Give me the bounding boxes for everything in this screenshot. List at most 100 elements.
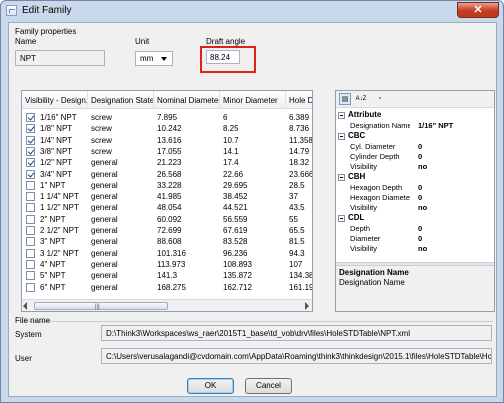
alphabetical-sort-icon[interactable]: A↓Z [353,93,369,105]
property-value[interactable]: no [418,162,427,172]
property-value[interactable]: no [418,244,427,254]
column-header-designation-state[interactable]: Designation State [88,91,154,109]
cell-minor-diameter[interactable]: 8.25 [223,123,283,134]
visibility-checkbox[interactable] [26,282,35,292]
table-row[interactable]: 1/16" NPT screw 7.895 6 6.389 [22,112,312,123]
property-row[interactable]: Cyl. Diameter 0 [336,142,494,152]
cell-minor-diameter[interactable]: 6 [223,112,283,123]
cell-nominal-diameter[interactable]: 48.054 [157,202,217,213]
horizontal-scrollbar[interactable]: ||| [22,299,312,311]
table-row[interactable]: 3/8" NPT screw 17.055 14.1 14.79 [22,146,312,157]
cell-designation[interactable]: 1/2" NPT [40,157,90,168]
cell-nominal-diameter[interactable]: 33.228 [157,180,217,191]
collapse-icon[interactable] [338,215,345,222]
cell-hole-diameter[interactable]: 81.5 [289,236,312,247]
property-category[interactable]: CBC [336,131,494,141]
property-category[interactable]: CDL [336,213,494,223]
name-field[interactable]: NPT [15,50,105,66]
cell-minor-diameter[interactable]: 22.66 [223,169,283,180]
cell-hole-diameter[interactable]: 161.19 [289,282,312,293]
property-row[interactable]: Hexagon Depth 0 [336,183,494,193]
system-path-field[interactable]: D:\Think3\Workspaces\ws_raer\2015T1_base… [101,325,492,341]
cell-designation[interactable]: 3" NPT [40,236,90,247]
family-table-grid[interactable]: Visibility - Design... Designation State… [21,90,313,312]
property-row[interactable]: Hexagon Diameter 0 [336,193,494,203]
cell-hole-diameter[interactable]: 37 [289,191,312,202]
cancel-button[interactable]: Cancel [245,378,292,394]
cell-designation[interactable]: 1 1/4" NPT [40,191,90,202]
property-value[interactable]: 0 [418,224,422,234]
collapse-icon[interactable] [338,112,345,119]
property-category[interactable]: CBH [336,172,494,182]
cell-hole-diameter[interactable]: 94.3 [289,248,312,259]
cell-minor-diameter[interactable]: 10.7 [223,135,283,146]
table-row[interactable]: 3" NPT general 88.608 83.528 81.5 [22,236,312,247]
cell-designation[interactable]: 6" NPT [40,282,90,293]
property-value[interactable]: 0 [418,183,422,193]
cell-hole-diameter[interactable]: 65.5 [289,225,312,236]
property-row[interactable]: Depth 0 [336,224,494,234]
visibility-checkbox[interactable] [26,135,35,145]
cell-designation[interactable]: 1 1/2" NPT [40,202,90,213]
property-row[interactable]: Visibility no [336,203,494,213]
cell-designation-state[interactable]: screw [91,135,151,146]
ok-button[interactable]: OK [187,378,234,394]
cell-minor-diameter[interactable]: 96.236 [223,248,283,259]
table-row[interactable]: 1/8" NPT screw 10.242 8.25 8.736 [22,123,312,134]
cell-hole-diameter[interactable]: 28.5 [289,180,312,191]
property-category[interactable]: Attribute [336,110,494,120]
cell-nominal-diameter[interactable]: 72.699 [157,225,217,236]
table-row[interactable]: 1 1/4" NPT general 41.985 38.452 37 [22,191,312,202]
cell-hole-diameter[interactable]: 134.38 [289,270,312,281]
cell-designation-state[interactable]: general [91,191,151,202]
cell-designation-state[interactable]: general [91,282,151,293]
property-value[interactable]: 0 [418,193,422,203]
cell-designation[interactable]: 4" NPT [40,259,90,270]
cell-designation-state[interactable]: general [91,169,151,180]
cell-nominal-diameter[interactable]: 26.568 [157,169,217,180]
cell-hole-diameter[interactable]: 23.666 [289,169,312,180]
cell-hole-diameter[interactable]: 6.389 [289,112,312,123]
user-path-field[interactable]: C:\Users\verusalagandi@cvdomain.com\AppD… [101,348,492,364]
visibility-checkbox[interactable] [26,180,35,190]
cell-nominal-diameter[interactable]: 60.092 [157,214,217,225]
cell-designation-state[interactable]: general [91,236,151,247]
cell-nominal-diameter[interactable]: 141.3 [157,270,217,281]
property-value[interactable]: 0 [418,234,422,244]
visibility-checkbox[interactable] [26,226,35,235]
visibility-checkbox[interactable] [26,158,35,168]
cell-hole-diameter[interactable]: 14.79 [289,146,312,157]
cell-minor-diameter[interactable]: 56.559 [223,214,283,225]
cell-designation-state[interactable]: general [91,202,151,213]
cell-designation-state[interactable]: screw [91,123,151,134]
visibility-checkbox[interactable] [26,169,35,179]
visibility-checkbox[interactable] [26,214,35,224]
cell-designation[interactable]: 3 1/2" NPT [40,248,90,259]
cell-designation-state[interactable]: general [91,225,151,236]
table-row[interactable]: 3 1/2" NPT general 101.316 96.236 94.3 [22,248,312,259]
cell-minor-diameter[interactable]: 38.452 [223,191,283,202]
property-value[interactable]: 1/16" NPT [418,121,453,131]
cell-minor-diameter[interactable]: 162.712 [223,282,283,293]
table-row[interactable]: 4" NPT general 113.973 108.893 107 [22,259,312,270]
visibility-checkbox[interactable] [26,113,35,122]
column-header-hole-diameter[interactable]: Hole D [286,91,312,109]
title-bar[interactable]: Edit Family ✕ [1,1,503,21]
cell-designation[interactable]: 5" NPT [40,270,90,281]
table-row[interactable]: 6" NPT general 168.275 162.712 161.19 [22,282,312,293]
cell-minor-diameter[interactable]: 14.1 [223,146,283,157]
cell-designation-state[interactable]: general [91,214,151,225]
cell-nominal-diameter[interactable]: 21.223 [157,157,217,168]
cell-hole-diameter[interactable]: 43.5 [289,202,312,213]
cell-minor-diameter[interactable]: 83.528 [223,236,283,247]
table-row[interactable]: 1 1/2" NPT general 48.054 44.521 43.5 [22,202,312,213]
cell-designation-state[interactable]: general [91,157,151,168]
visibility-checkbox[interactable] [26,203,35,213]
cell-nominal-diameter[interactable]: 7.895 [157,112,217,123]
cell-hole-diameter[interactable]: 11.358 [289,135,312,146]
property-row[interactable]: Visibility no [336,244,494,254]
cell-nominal-diameter[interactable]: 10.242 [157,123,217,134]
visibility-checkbox[interactable] [26,146,35,156]
property-row[interactable]: Visibility no [336,162,494,172]
cell-minor-diameter[interactable]: 135.872 [223,270,283,281]
